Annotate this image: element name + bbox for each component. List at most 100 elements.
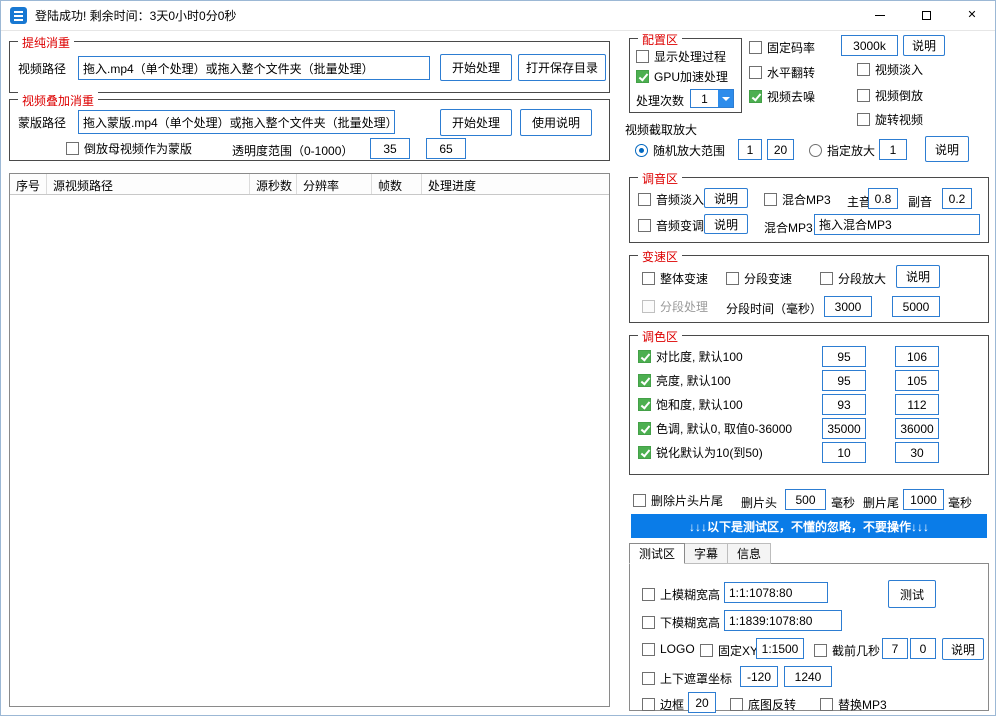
close-button[interactable]: ✕ bbox=[949, 1, 995, 31]
column-header-progress[interactable]: 处理进度 bbox=[422, 174, 609, 194]
tab-info[interactable]: 信息 bbox=[728, 543, 772, 564]
video-reverse-checkbox[interactable] bbox=[857, 89, 870, 102]
logo-checkbox[interactable] bbox=[642, 642, 655, 656]
segment-zoom-checkbox[interactable] bbox=[820, 272, 833, 285]
speed-help-button[interactable]: 说明 bbox=[896, 265, 940, 288]
random-zoom-max-input[interactable] bbox=[767, 139, 794, 160]
video-reverse-label: 视频倒放 bbox=[875, 89, 924, 103]
hue-max-input[interactable] bbox=[895, 418, 939, 439]
contrast-checkbox[interactable] bbox=[638, 350, 651, 363]
segment-process-checkbox[interactable] bbox=[642, 300, 655, 313]
minimize-button[interactable] bbox=[857, 1, 903, 31]
sharpen-min-input[interactable] bbox=[822, 442, 866, 463]
trim-checkbox[interactable] bbox=[633, 494, 646, 507]
purify-start-button[interactable]: 开始处理 bbox=[440, 54, 512, 81]
contrast-row: 对比度, 默认100 bbox=[638, 348, 743, 365]
saturation-checkbox[interactable] bbox=[638, 398, 651, 411]
reverse-mother-checkbox[interactable] bbox=[66, 142, 79, 155]
maximize-button[interactable] bbox=[903, 1, 949, 31]
brightness-max-input[interactable] bbox=[895, 370, 939, 391]
mix-mp3-input[interactable] bbox=[814, 214, 980, 235]
overall-speed-row: 整体变速 bbox=[642, 270, 708, 287]
contrast-max-input[interactable] bbox=[895, 346, 939, 367]
column-header-source-path[interactable]: 源视频路径 bbox=[47, 174, 250, 194]
top-blur-checkbox[interactable] bbox=[642, 588, 655, 601]
brightness-min-input[interactable] bbox=[822, 370, 866, 391]
column-header-frames[interactable]: 帧数 bbox=[372, 174, 422, 194]
mask-coords-v1-input[interactable] bbox=[740, 666, 778, 687]
audio-fadein-help-button[interactable]: 说明 bbox=[704, 188, 748, 208]
random-zoom-radio[interactable] bbox=[635, 144, 648, 157]
test-tabstrip: 测试区 字幕 信息 bbox=[629, 543, 772, 564]
tab-subtitle[interactable]: 字幕 bbox=[685, 543, 729, 564]
border-input[interactable] bbox=[688, 692, 716, 713]
mask-path-input[interactable] bbox=[78, 110, 395, 134]
cut-first-v2-input[interactable] bbox=[910, 638, 936, 659]
border-checkbox[interactable] bbox=[642, 698, 655, 711]
saturation-max-input[interactable] bbox=[895, 394, 939, 415]
opacity-max-input[interactable] bbox=[426, 138, 466, 159]
denoise-checkbox[interactable] bbox=[749, 90, 762, 103]
column-header-seconds[interactable]: 源秒数 bbox=[250, 174, 297, 194]
sharpen-checkbox[interactable] bbox=[638, 446, 651, 459]
segment-speed-checkbox[interactable] bbox=[726, 272, 739, 285]
bottom-blur-checkbox[interactable] bbox=[642, 616, 655, 629]
segment-time-min-input[interactable] bbox=[824, 296, 872, 317]
bottom-blur-input[interactable] bbox=[724, 610, 842, 631]
cut-first-checkbox[interactable] bbox=[814, 644, 827, 657]
replace-mp3-checkbox[interactable] bbox=[820, 698, 833, 711]
contrast-min-input[interactable] bbox=[822, 346, 866, 367]
audio-fadein-checkbox[interactable] bbox=[638, 193, 651, 206]
bitrate-help-button[interactable]: 说明 bbox=[903, 35, 945, 56]
saturation-min-input[interactable] bbox=[822, 394, 866, 415]
overlay-start-button[interactable]: 开始处理 bbox=[440, 109, 512, 136]
overall-speed-checkbox[interactable] bbox=[642, 272, 655, 285]
process-times-combo[interactable]: 1 bbox=[690, 89, 734, 108]
mask-coords-checkbox[interactable] bbox=[642, 672, 655, 685]
test-help-button[interactable]: 说明 bbox=[942, 638, 984, 660]
mix-mp3-checkbox[interactable] bbox=[764, 193, 777, 206]
fixed-zoom-input[interactable] bbox=[879, 139, 907, 160]
fixed-zoom-radio[interactable] bbox=[809, 144, 822, 157]
show-process-checkbox[interactable] bbox=[636, 50, 649, 63]
trim-head-input[interactable] bbox=[785, 489, 826, 510]
invert-checkbox[interactable] bbox=[730, 698, 743, 711]
hue-checkbox[interactable] bbox=[638, 422, 651, 435]
audio-pitch-checkbox[interactable] bbox=[638, 219, 651, 232]
video-fadein-label: 视频淡入 bbox=[875, 63, 924, 77]
main-volume-input[interactable] bbox=[868, 188, 898, 209]
fixed-xy-input[interactable] bbox=[756, 638, 804, 659]
sharpen-max-input[interactable] bbox=[895, 442, 939, 463]
crop-help-button[interactable]: 说明 bbox=[925, 136, 969, 162]
audio-fadein-label: 音频淡入 bbox=[656, 193, 705, 207]
tab-test[interactable]: 测试区 bbox=[629, 543, 686, 564]
trim-tail-input[interactable] bbox=[903, 489, 944, 510]
hue-min-input[interactable] bbox=[822, 418, 866, 439]
sub-volume-input[interactable] bbox=[942, 188, 972, 209]
random-zoom-label: 随机放大范围 bbox=[653, 144, 726, 158]
overlay-usage-button[interactable]: 使用说明 bbox=[520, 109, 592, 136]
video-path-input[interactable] bbox=[78, 56, 430, 80]
open-save-dir-button[interactable]: 打开保存目录 bbox=[518, 54, 606, 81]
video-fadein-checkbox[interactable] bbox=[857, 63, 870, 76]
column-header-resolution[interactable]: 分辨率 bbox=[297, 174, 372, 194]
test-button[interactable]: 测试 bbox=[888, 580, 936, 608]
brightness-checkbox[interactable] bbox=[638, 374, 651, 387]
video-rotate-checkbox[interactable] bbox=[857, 113, 870, 126]
gpu-checkbox[interactable] bbox=[636, 70, 649, 83]
mask-coords-v2-input[interactable] bbox=[784, 666, 832, 687]
audio-pitch-help-button[interactable]: 说明 bbox=[704, 214, 748, 234]
column-header-index[interactable]: 序号 bbox=[10, 174, 47, 194]
random-zoom-row: 随机放大范围 bbox=[635, 142, 725, 159]
hflip-checkbox[interactable] bbox=[749, 66, 762, 79]
segment-time-max-input[interactable] bbox=[892, 296, 940, 317]
bitrate-input[interactable] bbox=[841, 35, 898, 56]
sharpen-row: 锐化默认为10(到50) bbox=[638, 444, 763, 461]
top-blur-input[interactable] bbox=[724, 582, 828, 603]
opacity-min-input[interactable] bbox=[370, 138, 410, 159]
cut-first-v1-input[interactable] bbox=[882, 638, 908, 659]
reverse-mother-row: 倒放母视频作为蒙版 bbox=[66, 140, 192, 157]
fixed-xy-checkbox[interactable] bbox=[700, 644, 713, 657]
random-zoom-min-input[interactable] bbox=[738, 139, 762, 160]
fixed-bitrate-checkbox[interactable] bbox=[749, 41, 762, 54]
